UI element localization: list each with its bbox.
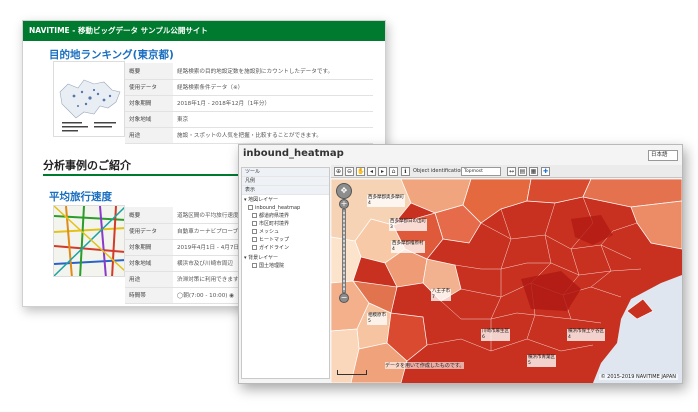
layer-panel: ツール 凡例 表示 ▾ 地図レイヤー inbound_heatmap 都道府県境…	[241, 167, 330, 379]
layer-checkbox[interactable]	[252, 263, 257, 268]
tokyo-map-thumbnail[interactable]	[53, 61, 125, 137]
layer-checkbox[interactable]	[252, 245, 257, 250]
place-label: 横浜市保土ケ谷区 4	[567, 329, 605, 341]
place-label: 相模原市 5	[367, 313, 387, 325]
layers-group-header[interactable]: ▾ 地図レイヤー	[244, 196, 278, 204]
place-label: 川崎市麻生区 6	[481, 329, 510, 341]
table-row: 使用データ 経路検索条件データ（※）	[125, 79, 373, 96]
place-label: 横浜市青葉区 5	[527, 355, 556, 367]
pan-tool-icon[interactable]: ✋	[356, 167, 365, 176]
layer-checkbox[interactable]	[252, 229, 257, 234]
layers-group-label: 地図レイヤー	[248, 197, 278, 203]
map-toolbar: ⊕ ⊖ ✋ ◂ ▸ ⌂ ℹ Object identification Topm…	[331, 165, 682, 178]
zoom-slider[interactable]	[342, 209, 346, 293]
panel-tab-tools[interactable]: ツール	[242, 168, 329, 177]
pan-compass-icon[interactable]: ✥	[336, 183, 352, 199]
table-row: 概要 経路検索の目的地設定数を施設別にカウントしたデータです。	[125, 63, 373, 80]
zoom-in-tool-icon[interactable]: ⊕	[334, 167, 343, 176]
copyright-text: © 2015-2019 NAVITIME JAPAN	[598, 374, 678, 380]
zoom-control: ✥ + −	[336, 183, 354, 303]
case-studies-heading: 分析事例のご紹介	[43, 159, 131, 172]
identify-icon[interactable]: ℹ	[401, 167, 410, 176]
table-row: 対象期間 2018年1月 - 2018年12月（1年分）	[125, 95, 373, 112]
map-attribution-note: データを用いて作成したものです。	[385, 362, 465, 369]
heatmap-polygons	[331, 179, 682, 383]
layer-item[interactable]: 都道府県境界	[252, 212, 289, 220]
layer-checkbox[interactable]	[252, 213, 257, 218]
zoom-out-tool-icon[interactable]: ⊖	[345, 167, 354, 176]
grid-icon[interactable]: ▦	[529, 167, 538, 176]
select-icon[interactable]: ✚	[541, 167, 550, 176]
zoom-plus-icon[interactable]: +	[339, 199, 349, 209]
measure-icon[interactable]: ↔	[507, 167, 516, 176]
layer-item[interactable]: 市区町村境界	[252, 220, 289, 228]
table-row: 対象地域 東京	[125, 111, 373, 128]
place-label: 西多摩郡檜原村 4	[391, 241, 425, 253]
layer-item[interactable]: メッシュ	[252, 228, 279, 236]
travel-speed-thumbnail[interactable]	[53, 205, 125, 277]
object-identification-label: Object identification	[413, 168, 464, 174]
place-label: 西多摩郡奥多摩町 4	[367, 195, 405, 207]
map-title: inbound_heatmap	[243, 148, 344, 159]
back-icon[interactable]: ◂	[367, 167, 376, 176]
table-row: 用途 施設・スポットの人気を把握・比較することができます。	[125, 127, 373, 144]
place-label: 西多摩郡日の出町 3	[389, 219, 427, 231]
panel-tab-display[interactable]: 表示	[242, 186, 329, 195]
print-icon[interactable]: ▤	[518, 167, 527, 176]
panel-tab-legend[interactable]: 凡例	[242, 177, 329, 186]
layer-item[interactable]: ガイドライン	[252, 244, 289, 252]
layer-item[interactable]: ヒートマップ	[252, 236, 289, 244]
layer-item[interactable]: inbound_heatmap	[248, 204, 300, 212]
destination-ranking-info-table: 概要 経路検索の目的地設定数を施設別にカウントしたデータです。 使用データ 経路検索…	[125, 63, 373, 144]
layer-checkbox[interactable]	[248, 205, 253, 210]
base-layers-label: 背景レイヤー	[248, 255, 278, 261]
layer-checkbox[interactable]	[252, 237, 257, 242]
average-travel-speed-title[interactable]: 平均旅行速度	[49, 189, 112, 204]
destination-ranking-title[interactable]: 目的地ランキング(東京都)	[49, 47, 174, 62]
heatmap-map[interactable]: 西多摩郡奥多摩町 4 西多摩郡檜原村 4 西多摩郡日の出町 3 八王子市 7 相模原市 5…	[331, 179, 682, 383]
base-layer-item[interactable]: 国土地理院	[252, 262, 284, 270]
scale-bar	[337, 370, 367, 375]
identification-mode-select[interactable]: Topmost	[461, 167, 501, 176]
site-header: NAVITIME - 移動ビッグデータ サンプル公開サイト	[23, 21, 385, 41]
layer-checkbox[interactable]	[252, 221, 257, 226]
forward-icon[interactable]: ▸	[378, 167, 387, 176]
full-extent-icon[interactable]: ⌂	[389, 167, 398, 176]
base-layers-group-header[interactable]: ▾ 背景レイヤー	[244, 254, 278, 262]
language-select[interactable]: 日本語	[648, 150, 678, 161]
place-label: 八王子市 7	[431, 289, 451, 301]
heatmap-window: inbound_heatmap 日本語 ツール 凡例 表示 ▾ 地図レイヤー i…	[238, 144, 683, 384]
zoom-minus-icon[interactable]: −	[339, 293, 349, 303]
